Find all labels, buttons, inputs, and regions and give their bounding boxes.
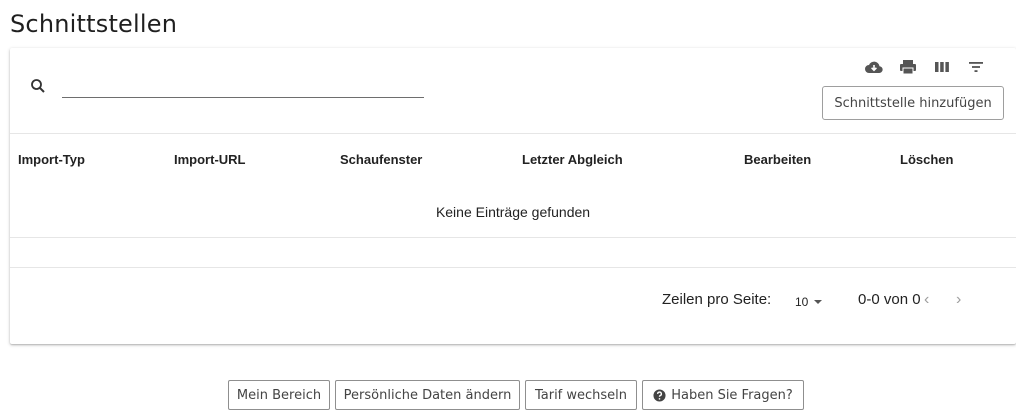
footer-navigation: Mein Bereich Persönliche Daten ändern Ta… bbox=[228, 380, 804, 410]
divider bbox=[10, 133, 1016, 134]
print-icon[interactable] bbox=[898, 58, 918, 76]
columns-icon[interactable] bbox=[932, 58, 952, 76]
rows-per-page-value: 10 bbox=[795, 295, 809, 309]
change-plan-button[interactable]: Tarif wechseln bbox=[525, 380, 637, 410]
column-header-storefront[interactable]: Schaufenster bbox=[340, 152, 422, 167]
rows-per-page-label: Zeilen pro Seite: bbox=[662, 291, 772, 308]
column-header-last-sync[interactable]: Letzter Abgleich bbox=[522, 152, 623, 167]
add-interface-button[interactable]: Schnittstelle hinzufügen bbox=[822, 86, 1004, 120]
interfaces-table-card: Schnittstelle hinzufügen Import-Typ Impo… bbox=[10, 48, 1016, 344]
pagination-range: 0-0 von 0 bbox=[858, 291, 921, 308]
filter-icon[interactable] bbox=[966, 58, 986, 76]
my-area-button[interactable]: Mein Bereich bbox=[228, 380, 330, 410]
chevron-down-icon bbox=[814, 300, 823, 304]
rows-per-page-select[interactable]: 10 bbox=[795, 295, 823, 309]
next-page-button[interactable]: › bbox=[956, 291, 961, 309]
column-header-import-url[interactable]: Import-URL bbox=[174, 152, 246, 167]
search-input[interactable] bbox=[62, 76, 428, 98]
search-icon bbox=[31, 79, 45, 93]
column-header-edit[interactable]: Bearbeiten bbox=[744, 152, 811, 167]
table-toolbar bbox=[864, 58, 986, 76]
download-icon[interactable] bbox=[864, 58, 884, 76]
empty-state-message: Keine Einträge gefunden bbox=[435, 204, 591, 220]
question-circle-icon bbox=[653, 388, 666, 402]
change-personal-data-button[interactable]: Persönliche Daten ändern bbox=[335, 380, 520, 410]
help-questions-button[interactable]: Haben Sie Fragen? bbox=[642, 380, 804, 410]
search-underline bbox=[62, 97, 424, 98]
help-questions-label: Haben Sie Fragen? bbox=[671, 387, 793, 403]
column-header-delete[interactable]: Löschen bbox=[900, 152, 953, 167]
page-title: Schnittstellen bbox=[10, 10, 178, 38]
divider bbox=[10, 267, 1016, 268]
previous-page-button[interactable]: ‹ bbox=[924, 291, 929, 309]
column-header-import-type[interactable]: Import-Typ bbox=[18, 152, 85, 167]
divider bbox=[10, 237, 1016, 238]
